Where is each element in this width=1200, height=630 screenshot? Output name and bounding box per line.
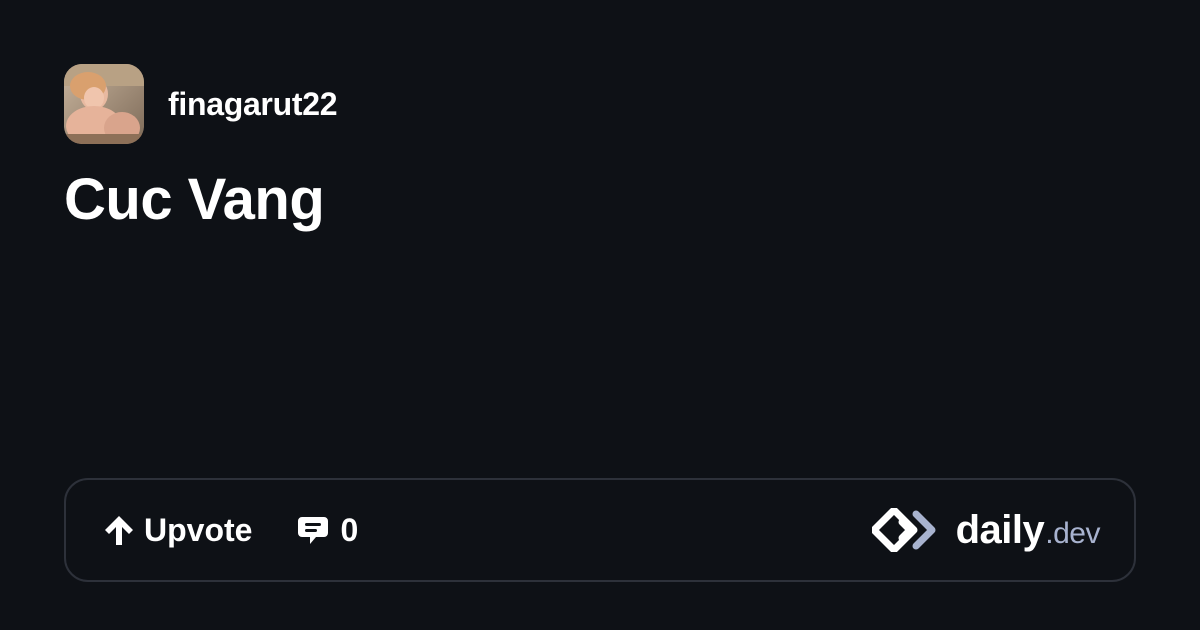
- upvote-button[interactable]: Upvote: [102, 512, 252, 549]
- daily-dev-logo-icon: [871, 508, 936, 552]
- brand-name: daily.dev: [955, 507, 1101, 553]
- post-title[interactable]: Cuc Vang: [64, 160, 325, 240]
- author-row: finagarut22: [64, 64, 337, 144]
- brand-name-main: daily: [955, 507, 1045, 552]
- daily-dev-logo[interactable]: daily.dev: [871, 507, 1101, 553]
- comment-count: 0: [340, 511, 359, 548]
- avatar-photo-icon: [64, 64, 144, 144]
- upvote-label: Upvote: [144, 511, 253, 548]
- author-avatar[interactable]: [64, 64, 144, 144]
- author-name[interactable]: finagarut22: [168, 86, 337, 123]
- action-bar: Upvote 0 daily.dev: [64, 478, 1136, 582]
- comments-button[interactable]: 0: [296, 512, 358, 549]
- share-card: finagarut22 Cuc Vang Upvote 0 daily.dev: [0, 0, 1200, 630]
- arrow-up-icon: [105, 516, 133, 545]
- brand-name-suffix: .dev: [1045, 516, 1100, 550]
- comment-icon: [298, 517, 329, 544]
